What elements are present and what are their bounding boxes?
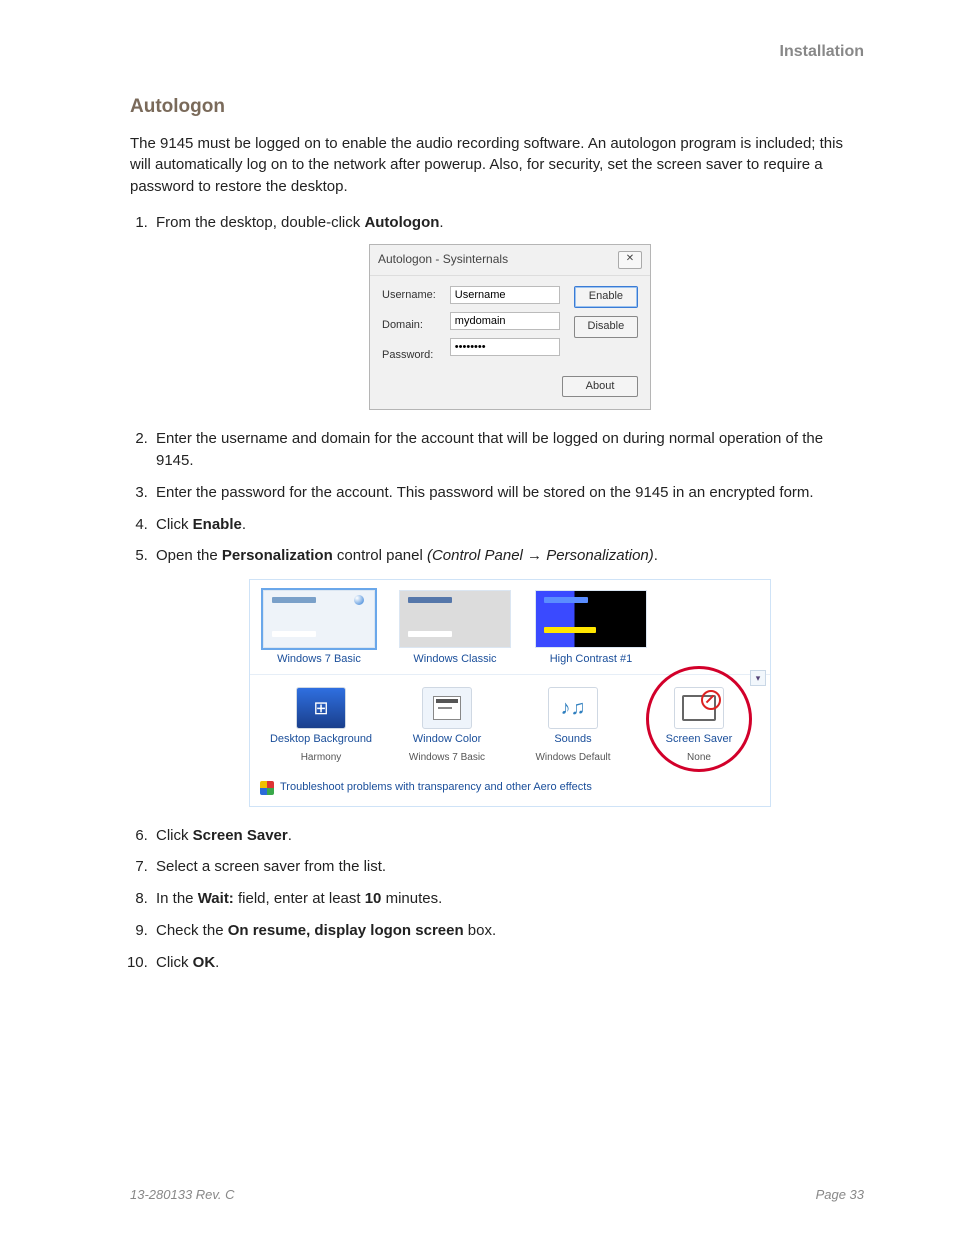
step-text: control panel [333,547,427,564]
desktop-icon: ⊞ [296,687,346,729]
about-button[interactable]: About [562,376,638,398]
step-2: Enter the username and domain for the ac… [152,428,864,472]
window-color-icon [422,687,472,729]
dialog-title: Autologon - Sysinternals [378,251,508,268]
screen-saver-link[interactable]: Screen Saver None [644,687,754,765]
domain-input[interactable] [450,312,560,330]
personalization-panel: Windows 7 Basic Windows Classic High Con… [249,579,771,806]
step-text: . [215,954,219,971]
step-6: Click Screen Saver. [152,825,864,847]
username-label: Username: [382,288,436,304]
disable-button[interactable]: Disable [574,316,638,338]
close-button[interactable]: ✕ [618,251,642,269]
theme-high-contrast-1[interactable]: High Contrast #1 [532,590,650,668]
option-subtitle: Windows Default [535,751,610,766]
step-bold: 10 [365,890,382,907]
option-title: Screen Saver [666,732,733,748]
password-input[interactable] [450,338,560,356]
step-bold: Wait: [198,890,234,907]
scroll-down-button[interactable]: ▾ [750,670,766,686]
step-italic: (Control Panel → Personalization) [427,547,654,564]
step-9: Check the On resume, display logon scree… [152,920,864,942]
option-title: Desktop Background [270,732,372,748]
step-text: . [242,516,246,533]
theme-label: High Contrast #1 [550,652,633,668]
option-subtitle: None [687,751,711,766]
step-text: Check the [156,922,228,939]
step-text: . [654,547,658,564]
step-bold: Screen Saver [193,827,288,844]
step-text: field, enter at least [234,890,365,907]
step-bold: On resume, display logon screen [228,922,464,939]
theme-windows7-basic[interactable]: Windows 7 Basic [260,590,378,668]
step-text: Open the [156,547,222,564]
username-input[interactable] [450,286,560,304]
desktop-background-link[interactable]: ⊞ Desktop Background Harmony [266,687,376,765]
step-text: From the desktop, double-click [156,214,364,231]
window-color-link[interactable]: Window Color Windows 7 Basic [392,687,502,765]
step-text: minutes. [381,890,442,907]
footer-docref: 13-280133 Rev. C [130,1186,235,1205]
page-header-section: Installation [130,40,864,63]
sounds-icon: ♪♫ [548,687,598,729]
step-text: In the [156,890,198,907]
step-text: Click [156,954,193,971]
theme-windows-classic[interactable]: Windows Classic [396,590,514,668]
step-3: Enter the password for the account. This… [152,482,864,504]
autologon-dialog: Autologon - Sysinternals ✕ Username: Dom… [369,244,651,411]
step-text: Click [156,516,193,533]
troubleshoot-link[interactable]: Troubleshoot problems with transparency … [250,772,770,806]
step-10: Click OK. [152,952,864,974]
option-subtitle: Windows 7 Basic [409,751,485,766]
footer-pagenum: Page 33 [816,1186,864,1205]
intro-paragraph: The 9145 must be logged on to enable the… [130,133,864,198]
step-bold: Personalization [222,547,333,564]
troubleshoot-label: Troubleshoot problems with transparency … [280,780,592,796]
theme-label: Windows 7 Basic [277,652,361,668]
section-title: Autologon [130,93,864,121]
screen-saver-icon [674,687,724,729]
instruction-list: From the desktop, double-click Autologon… [152,212,864,973]
step-text: . [288,827,292,844]
step-1: From the desktop, double-click Autologon… [152,212,864,411]
shield-icon [260,781,274,795]
option-title: Sounds [554,732,591,748]
step-text: Click [156,827,193,844]
password-label: Password: [382,348,436,364]
option-title: Window Color [413,732,481,748]
step-4: Click Enable. [152,514,864,536]
domain-label: Domain: [382,318,436,334]
step-5: Open the Personalization control panel (… [152,545,864,806]
step-bold: Autologon [364,214,439,231]
sounds-link[interactable]: ♪♫ Sounds Windows Default [518,687,628,765]
enable-button[interactable]: Enable [574,286,638,308]
step-text: box. [464,922,497,939]
step-text: . [439,214,443,231]
option-subtitle: Harmony [301,751,342,766]
theme-label: Windows Classic [413,652,496,668]
step-7: Select a screen saver from the list. [152,856,864,878]
step-bold: OK [193,954,216,971]
step-bold: Enable [193,516,242,533]
step-8: In the Wait: field, enter at least 10 mi… [152,888,864,910]
